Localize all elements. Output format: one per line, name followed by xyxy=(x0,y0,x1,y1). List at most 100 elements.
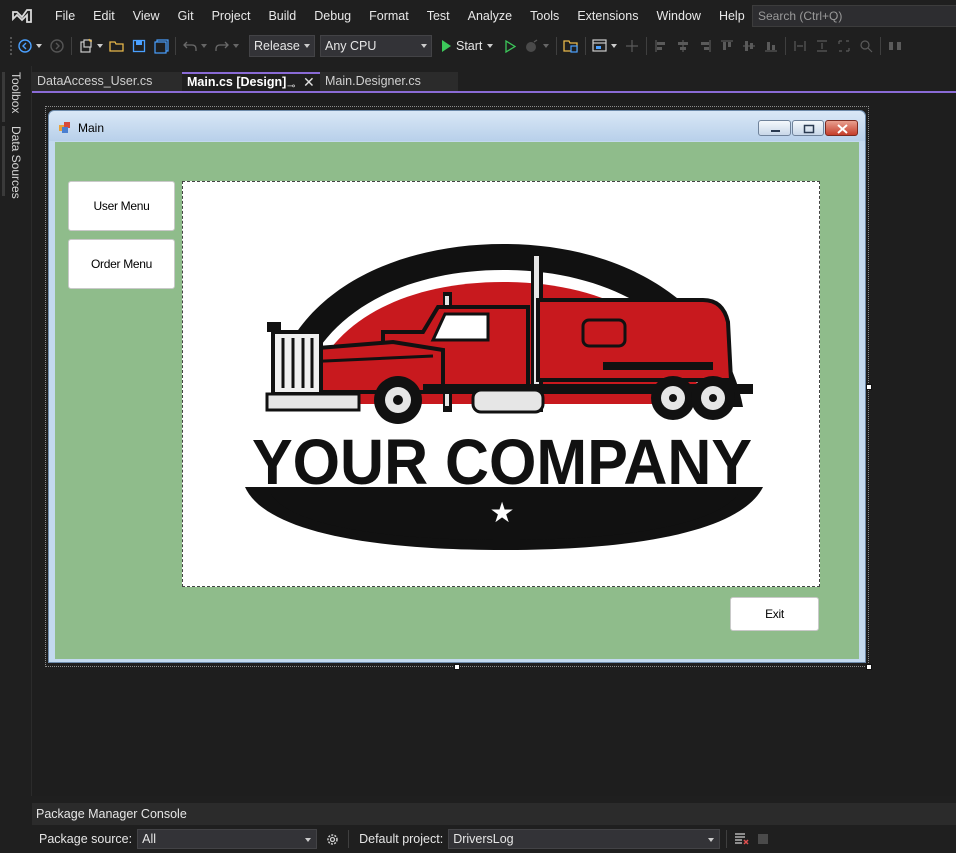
standard-toolbar: Release Any CPU Start xyxy=(0,32,956,60)
make-same-height-icon[interactable] xyxy=(813,37,831,55)
size-to-grid-icon[interactable] xyxy=(857,37,875,55)
align-middles-icon[interactable] xyxy=(740,37,758,55)
data-sources-tab-indicator xyxy=(2,126,5,196)
menu-file[interactable]: File xyxy=(45,0,84,32)
menu-project[interactable]: Project xyxy=(203,0,260,32)
start-debugging-button[interactable]: Start xyxy=(436,39,499,53)
make-same-width-icon[interactable] xyxy=(791,37,809,55)
tab-label: Main.cs [Design] xyxy=(187,75,287,89)
chevron-down-icon xyxy=(305,838,312,842)
form-title-bar: Main xyxy=(49,111,865,141)
package-source-select[interactable]: All xyxy=(137,829,318,849)
menu-tools[interactable]: Tools xyxy=(521,0,568,32)
align-lefts-icon[interactable] xyxy=(652,37,670,55)
toolbar-separator xyxy=(785,37,787,55)
resize-handle-bottom-right[interactable] xyxy=(866,664,872,670)
default-project-value: DriversLog xyxy=(453,832,514,846)
data-sources-tab[interactable]: Data Sources xyxy=(9,126,23,199)
align-tops-icon[interactable] xyxy=(718,37,736,55)
menu-git[interactable]: Git xyxy=(169,0,203,32)
default-project-select[interactable]: DriversLog xyxy=(448,829,721,849)
toolbar-separator xyxy=(175,37,176,55)
open-folder-icon[interactable] xyxy=(108,37,126,55)
chevron-down-icon[interactable] xyxy=(543,44,550,48)
toolbox-tab-indicator xyxy=(2,72,5,122)
tab-main-design[interactable]: Main.cs [Design] ⊸ ✕ xyxy=(182,72,320,92)
redo-icon[interactable] xyxy=(213,37,231,55)
toolbar-separator xyxy=(880,37,882,55)
tab-dataaccess-user[interactable]: DataAccess_User.cs xyxy=(32,72,182,92)
menu-help[interactable]: Help xyxy=(710,0,754,32)
toolbar-separator xyxy=(348,830,350,848)
tab-main-designer[interactable]: Main.Designer.cs xyxy=(320,72,458,92)
resize-handle-right[interactable] xyxy=(866,384,872,390)
menu-analyze[interactable]: Analyze xyxy=(459,0,521,32)
order-menu-button[interactable]: Order Menu xyxy=(68,239,175,289)
align-to-grid-icon[interactable] xyxy=(623,37,641,55)
clear-console-icon[interactable] xyxy=(732,830,750,848)
navigate-back-icon[interactable] xyxy=(16,37,34,55)
chevron-down-icon xyxy=(421,44,427,48)
start-without-debugging-icon[interactable] xyxy=(501,37,519,55)
visual-studio-logo-icon[interactable] xyxy=(11,7,33,25)
exit-button[interactable]: Exit xyxy=(730,597,819,631)
solution-configuration-value: Release xyxy=(254,39,300,53)
start-label: Start xyxy=(456,39,483,53)
chevron-down-icon[interactable] xyxy=(36,44,42,48)
menu-bar: File Edit View Git Project Build Debug F… xyxy=(0,0,956,32)
menu-debug[interactable]: Debug xyxy=(305,0,360,32)
main-form-window[interactable]: Main User Menu Order Menu YOUR COMPANY ★… xyxy=(48,110,866,663)
menu-format[interactable]: Format xyxy=(360,0,418,32)
solution-platform-select[interactable]: Any CPU xyxy=(320,35,432,57)
solution-configuration-select[interactable]: Release xyxy=(249,35,315,57)
left-tool-strip: Toolbox Data Sources xyxy=(0,66,32,796)
solution-platform-value: Any CPU xyxy=(325,39,377,53)
align-bottoms-icon[interactable] xyxy=(762,37,780,55)
toolbox-tab[interactable]: Toolbox xyxy=(9,72,23,113)
package-manager-console-header[interactable]: Package Manager Console xyxy=(32,803,956,825)
menu-extensions[interactable]: Extensions xyxy=(568,0,647,32)
package-source-value: All xyxy=(142,832,157,846)
package-manager-console-toolbar: Package source: All Default project: Dri… xyxy=(32,825,956,853)
align-rights-icon[interactable] xyxy=(696,37,714,55)
menu-test[interactable]: Test xyxy=(418,0,459,32)
close-button[interactable] xyxy=(825,120,858,136)
resize-handle-bottom[interactable] xyxy=(454,664,460,670)
maximize-button[interactable] xyxy=(792,120,824,136)
company-logo-picturebox[interactable]: YOUR COMPANY ★ xyxy=(182,181,820,587)
chevron-down-icon xyxy=(487,44,494,48)
new-project-icon[interactable] xyxy=(77,37,95,55)
search-input[interactable]: Search (Ctrl+Q) xyxy=(752,5,956,27)
save-icon[interactable] xyxy=(130,37,148,55)
settings-gear-icon[interactable] xyxy=(323,830,341,848)
play-icon xyxy=(442,40,451,52)
toolbar-separator xyxy=(585,37,587,55)
save-all-icon[interactable] xyxy=(152,37,170,55)
menu-window[interactable]: Window xyxy=(647,0,709,32)
hot-reload-icon[interactable] xyxy=(523,37,541,55)
horizontal-spacing-icon[interactable] xyxy=(886,37,904,55)
align-centers-icon[interactable] xyxy=(674,37,692,55)
chevron-down-icon[interactable] xyxy=(233,44,239,48)
menu-build[interactable]: Build xyxy=(259,0,305,32)
chevron-down-icon[interactable] xyxy=(201,44,207,48)
menu-edit[interactable]: Edit xyxy=(84,0,124,32)
stop-command-icon[interactable] xyxy=(754,830,772,848)
user-menu-button[interactable]: User Menu xyxy=(68,181,175,231)
undo-icon[interactable] xyxy=(181,37,199,55)
toolbar-grip[interactable] xyxy=(10,37,14,55)
toolbar-separator xyxy=(646,37,648,55)
minimize-button[interactable] xyxy=(758,120,791,136)
make-same-size-icon[interactable] xyxy=(835,37,853,55)
navigate-forward-icon[interactable] xyxy=(48,37,66,55)
chevron-down-icon[interactable] xyxy=(97,44,103,48)
truck-logo-image: YOUR COMPANY ★ xyxy=(245,244,763,550)
toolbar-separator xyxy=(71,37,72,55)
chevron-down-icon[interactable] xyxy=(611,44,618,48)
chevron-down-icon xyxy=(708,838,715,842)
folder-view-icon[interactable] xyxy=(562,37,580,55)
menu-view[interactable]: View xyxy=(124,0,169,32)
layout-window-icon[interactable] xyxy=(591,37,609,55)
close-icon[interactable]: ✕ xyxy=(303,74,315,91)
toolbar-separator xyxy=(726,830,728,848)
